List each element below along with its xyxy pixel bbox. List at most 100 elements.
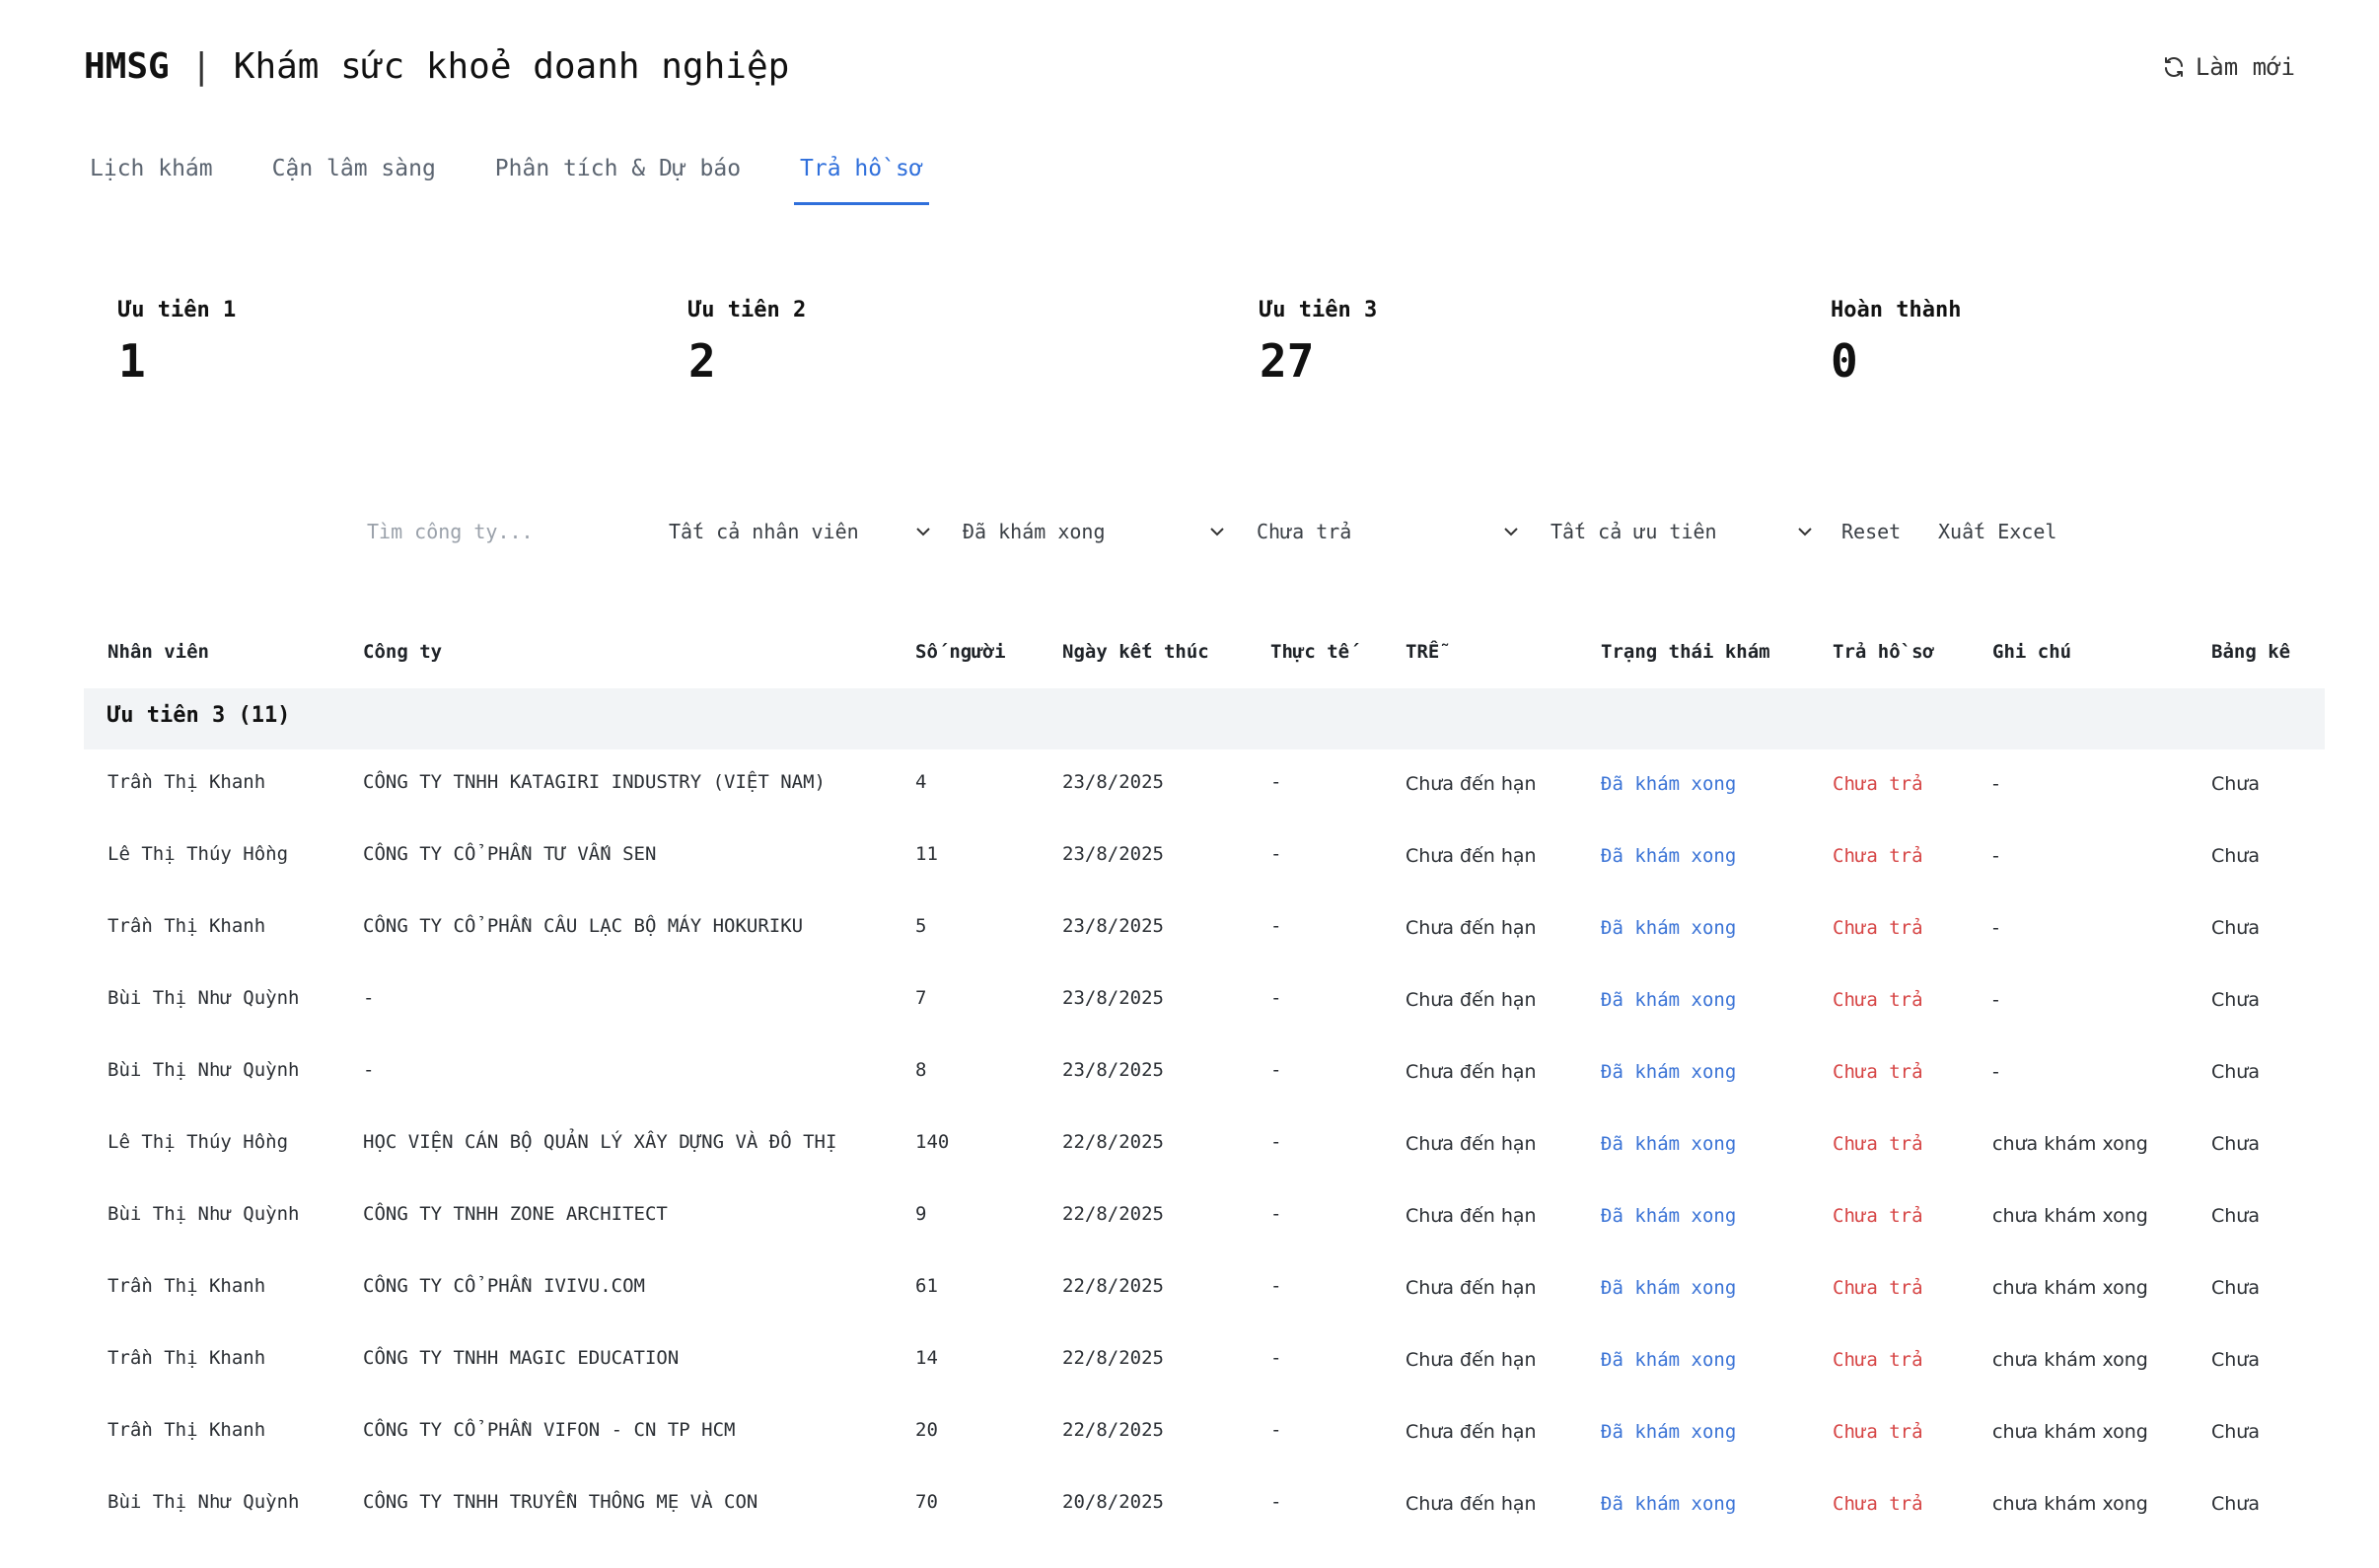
- reset-button[interactable]: Reset: [1841, 509, 1901, 554]
- cell-return-status[interactable]: Chưa trả: [1833, 773, 1923, 795]
- tab-paraclinical[interactable]: Cận lâm sàng: [266, 146, 442, 205]
- tab-schedule[interactable]: Lịch khám: [84, 146, 219, 205]
- exam-status-select[interactable]: Đã khám xong: [963, 509, 1229, 554]
- cell-return-status[interactable]: Chưa trả: [1833, 845, 1923, 867]
- cell-headcount: 11: [915, 843, 938, 865]
- cell-actual: -: [1270, 915, 1282, 937]
- cell-actual: -: [1270, 1491, 1282, 1513]
- cell-actual: -: [1270, 1419, 1282, 1441]
- cell-return-status[interactable]: Chưa trả: [1833, 1493, 1923, 1515]
- cell-return-status[interactable]: Chưa trả: [1833, 1421, 1923, 1443]
- col-actual[interactable]: Thực tế: [1270, 641, 1349, 663]
- cell-exam-status[interactable]: Đã khám xong: [1601, 1205, 1736, 1227]
- cell-exam-status[interactable]: Đã khám xong: [1601, 917, 1736, 939]
- cell-actual: -: [1270, 771, 1282, 793]
- cell-return-status[interactable]: Chưa trả: [1833, 1277, 1923, 1299]
- cell-notes: -: [1992, 917, 1999, 939]
- cell-actual: -: [1270, 1131, 1282, 1153]
- col-employee[interactable]: Nhân viên: [108, 641, 209, 663]
- refresh-icon: [2164, 57, 2183, 77]
- col-late[interactable]: TRỄ: [1406, 641, 1439, 663]
- cell-employee: Lê Thị Thúy Hồng: [108, 1131, 289, 1153]
- cell-actual: -: [1270, 1347, 1282, 1369]
- table-row[interactable]: Lê Thị Thúy Hồng HỌC VIỆN CÁN BỘ QUẢN LÝ …: [84, 1109, 2325, 1181]
- table-row[interactable]: Trần Thị Khanh CÔNG TY CỔ PHẦN VIFON - CN…: [84, 1397, 2325, 1469]
- col-notes[interactable]: Ghi chú: [1992, 641, 2071, 663]
- cell-employee: Trần Thị Khanh: [108, 771, 266, 793]
- cell-headcount: 14: [915, 1347, 938, 1369]
- table-row[interactable]: Trần Thị Khanh CÔNG TY TNHH KATAGIRI INDU…: [84, 749, 2325, 821]
- col-statement[interactable]: Bảng kê: [2211, 641, 2290, 663]
- table-row[interactable]: Bùi Thị Như Quỳnh - 8 23/8/2025 - Chưa đến hạ…: [84, 1037, 2325, 1109]
- table-row[interactable]: Bùi Thị Như Quỳnh CÔNG TY TNHH TRUYỀN THÔ…: [84, 1469, 2325, 1541]
- cell-exam-status[interactable]: Đã khám xong: [1601, 1493, 1736, 1515]
- cell-late: Chưa đến hạn: [1406, 1493, 1537, 1515]
- cell-return-status[interactable]: Chưa trả: [1833, 989, 1923, 1011]
- return-status-select[interactable]: Chưa trả: [1257, 509, 1523, 554]
- cell-exam-status[interactable]: Đã khám xong: [1601, 1133, 1736, 1155]
- refresh-label: Làm mới: [2195, 53, 2295, 81]
- table-row[interactable]: Trần Thị Khanh CÔNG TY CỔ PHẦN CÂU LẠC BỘ…: [84, 893, 2325, 965]
- stat-priority-2: Ưu tiên 2 2: [688, 296, 806, 392]
- cell-late: Chưa đến hạn: [1406, 1421, 1537, 1443]
- brand-title: Khám sức khoẻ doanh nghiệp: [233, 46, 790, 87]
- table-row[interactable]: Lê Thị Thúy Hồng CÔNG TY CỔ PHẦN TƯ VẤN S…: [84, 821, 2325, 893]
- tab-analysis[interactable]: Phân tích & Dự báo: [489, 146, 747, 205]
- col-company[interactable]: Công ty: [363, 641, 442, 663]
- table-row[interactable]: Trần Thị Khanh CÔNG TY TNHH MAGIC EDUCATI…: [84, 1325, 2325, 1397]
- cell-end-date: 22/8/2025: [1062, 1131, 1164, 1153]
- cell-return-status[interactable]: Chưa trả: [1833, 1349, 1923, 1371]
- col-end-date[interactable]: Ngày kết thúc: [1062, 641, 1209, 663]
- stat-label: Hoàn thành: [1831, 298, 1962, 322]
- cell-headcount: 140: [915, 1131, 950, 1153]
- cell-headcount: 4: [915, 771, 927, 793]
- priority-select[interactable]: Tất cả ưu tiên: [1550, 509, 1817, 554]
- table-row[interactable]: Trần Thị Khanh CÔNG TY CỔ PHẦN IVIVU.COM 6…: [84, 1253, 2325, 1325]
- cell-return-status[interactable]: Chưa trả: [1833, 1205, 1923, 1227]
- cell-statement: Chưa: [2211, 1349, 2260, 1371]
- cell-notes: -: [1992, 773, 1999, 795]
- col-headcount[interactable]: Số người: [915, 641, 1006, 663]
- cell-company: HỌC VIỆN CÁN BỘ QUẢN LÝ XÂY DỰNG VÀ ĐÔ T…: [363, 1131, 837, 1153]
- cell-headcount: 70: [915, 1491, 938, 1513]
- cell-notes: chưa khám xong: [1992, 1349, 2148, 1371]
- refresh-button[interactable]: Làm mới: [2162, 47, 2295, 87]
- cell-company: CÔNG TY TNHH MAGIC EDUCATION: [363, 1347, 680, 1369]
- cell-employee: Trần Thị Khanh: [108, 1347, 266, 1369]
- cell-exam-status[interactable]: Đã khám xong: [1601, 1421, 1736, 1443]
- export-excel-button[interactable]: Xuất Excel: [1938, 509, 2056, 554]
- cell-late: Chưa đến hạn: [1406, 1061, 1537, 1083]
- table-row[interactable]: Bùi Thị Như Quỳnh CÔNG TY TNHH ZONE ARCHI…: [84, 1181, 2325, 1253]
- cell-exam-status[interactable]: Đã khám xong: [1601, 989, 1736, 1011]
- table-row[interactable]: Bùi Thị Như Quỳnh - 7 23/8/2025 - Chưa đến hạ…: [84, 965, 2325, 1037]
- cell-late: Chưa đến hạn: [1406, 1277, 1537, 1299]
- return-status-select-value: Chưa trả: [1257, 520, 1352, 543]
- table-header: Nhân viên Công ty Số người Ngày kết thúc…: [84, 631, 2325, 688]
- cell-actual: -: [1270, 843, 1282, 865]
- cell-statement: Chưa: [2211, 989, 2260, 1011]
- employee-select[interactable]: Tất cả nhân viên: [669, 509, 935, 554]
- col-exam-status[interactable]: Trạng thái khám: [1601, 641, 1770, 663]
- company-search-input[interactable]: Tìm công ty...: [367, 509, 623, 554]
- cell-end-date: 20/8/2025: [1062, 1491, 1164, 1513]
- tab-return-records[interactable]: Trả hồ sơ: [794, 146, 929, 205]
- cell-return-status[interactable]: Chưa trả: [1833, 1133, 1923, 1155]
- page: HMSG | Khám sức khoẻ doanh nghiệp Làm mớ…: [0, 0, 2379, 1568]
- cell-exam-status[interactable]: Đã khám xong: [1601, 1061, 1736, 1083]
- cell-exam-status[interactable]: Đã khám xong: [1601, 773, 1736, 795]
- cell-company: CÔNG TY CỔ PHẦN CÂU LẠC BỘ MÁY HOKURIKU: [363, 915, 804, 937]
- cell-end-date: 23/8/2025: [1062, 771, 1164, 793]
- col-return-status[interactable]: Trả hồ sơ: [1833, 641, 1934, 663]
- records-table: Nhân viên Công ty Số người Ngày kết thúc…: [84, 631, 2325, 1541]
- cell-return-status[interactable]: Chưa trả: [1833, 917, 1923, 939]
- cell-company: -: [363, 1059, 375, 1081]
- cell-exam-status[interactable]: Đã khám xong: [1601, 845, 1736, 867]
- cell-exam-status[interactable]: Đã khám xong: [1601, 1349, 1736, 1371]
- cell-exam-status[interactable]: Đã khám xong: [1601, 1277, 1736, 1299]
- cell-late: Chưa đến hạn: [1406, 917, 1537, 939]
- cell-company: CÔNG TY TNHH TRUYỀN THÔNG MẸ VÀ CON: [363, 1491, 758, 1513]
- cell-company: CÔNG TY CỔ PHẦN VIFON - CN TP HCM: [363, 1419, 736, 1441]
- stat-completed: Hoàn thành 0: [1831, 296, 1961, 392]
- cell-return-status[interactable]: Chưa trả: [1833, 1061, 1923, 1083]
- chevron-down-icon: [916, 528, 930, 536]
